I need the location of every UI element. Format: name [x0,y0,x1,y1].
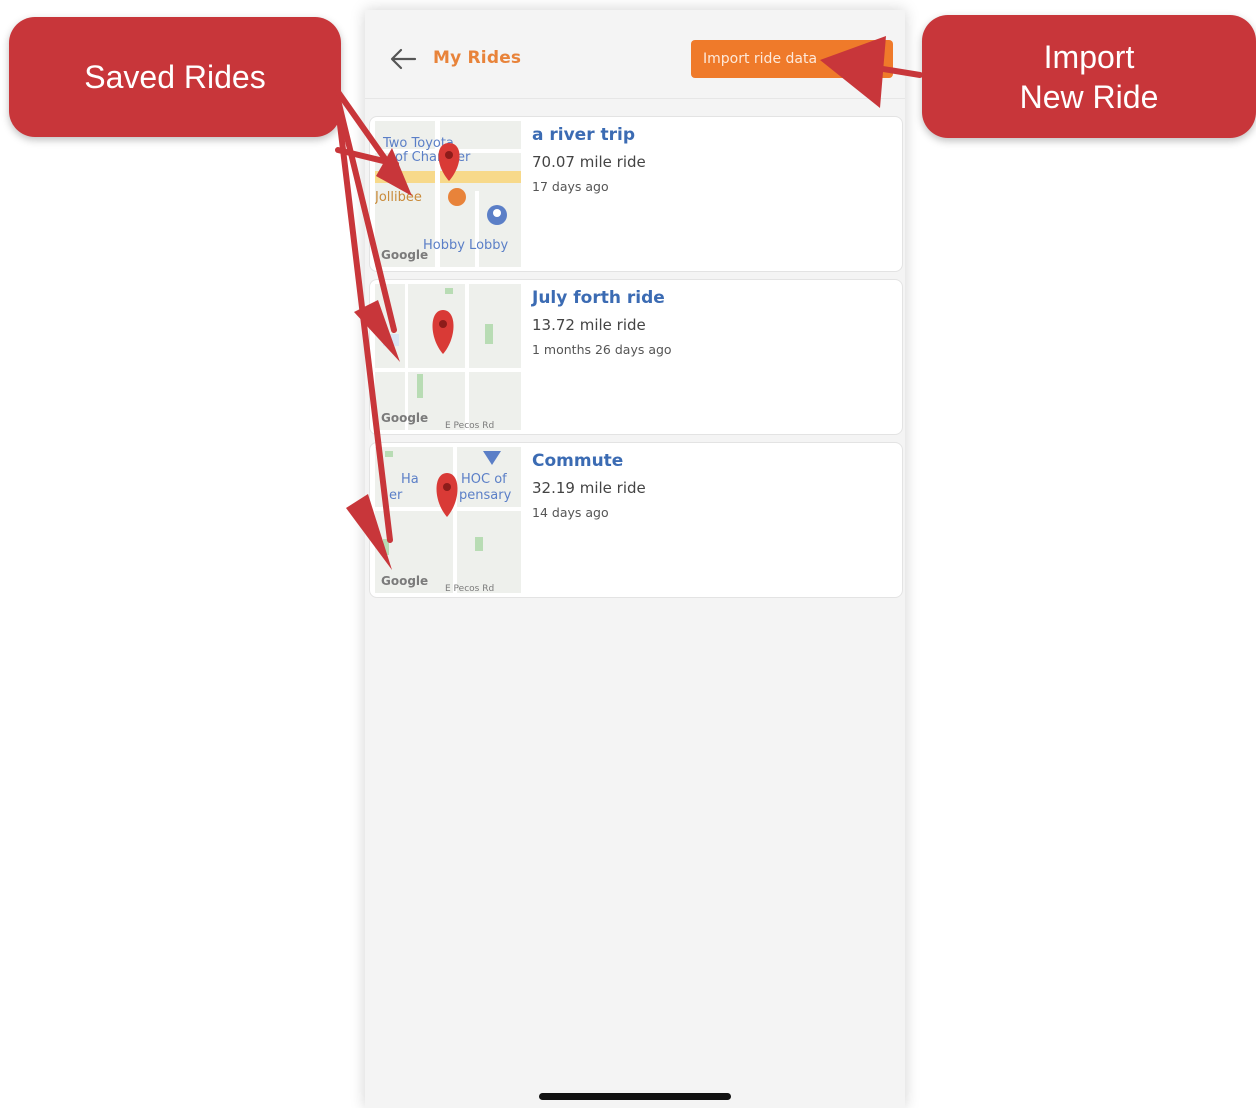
ride-card[interactable]: Google E Pecos Rd July forth ride 13.72 … [369,279,903,435]
ride-name: Commute [532,451,624,471]
map-label: Jollibee [375,190,422,205]
map-thumbnail: Ha HOC of er pensary Google E Pecos Rd [375,447,521,593]
ride-age: 1 months 26 days ago [532,342,672,357]
map-label: pensary [459,488,512,503]
ride-age: 14 days ago [532,505,609,520]
import-callout-line1: Import [1043,38,1135,75]
ride-distance: 32.19 mile ride [532,479,646,497]
map-label: Hobby Lobby [423,238,509,253]
map-label: E Pecos Rd [445,584,494,593]
map-label: er [389,488,403,503]
ride-distance: 13.72 mile ride [532,316,646,334]
home-indicator [539,1093,731,1100]
map-label: Google [381,574,428,588]
ride-name: July forth ride [532,288,665,308]
import-callout-line2: New Ride [1019,78,1159,115]
map-label: Google [381,411,428,425]
map-label: of Chandler [395,150,471,165]
page-title: My Rides [433,48,522,68]
ride-card[interactable]: Two Toyota of Chandler Jollibee Hobby Lo… [369,116,903,272]
map-label: E Pecos Rd [445,421,494,430]
ride-name: a river trip [532,125,636,145]
map-label: Google [381,248,428,262]
app-header: My Rides Import ride data [365,10,905,99]
arrow-left-icon[interactable] [389,47,417,71]
saved-rides-callout: Saved Rides [9,17,341,137]
map-label: Ha [401,472,419,487]
phone-screen: My Rides Import ride data Two Toyota of … [365,10,905,1108]
map-thumbnail: Google E Pecos Rd [375,284,521,430]
map-thumbnail: Two Toyota of Chandler Jollibee Hobby Lo… [375,121,521,267]
import-new-ride-callout: Import New Ride [922,15,1256,138]
import-ride-data-button[interactable]: Import ride data [691,40,893,78]
ride-age: 17 days ago [532,179,609,194]
map-label: HOC of [461,472,507,487]
ride-distance: 70.07 mile ride [532,153,646,171]
ride-card[interactable]: Ha HOC of er pensary Google E Pecos Rd C… [369,442,903,598]
